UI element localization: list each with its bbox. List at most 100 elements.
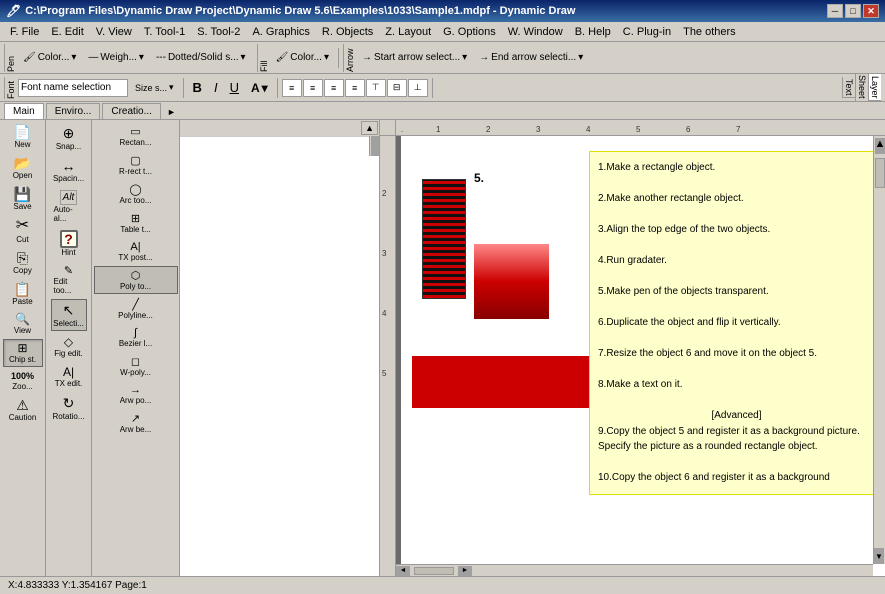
- menu-help[interactable]: B. Help: [569, 24, 617, 40]
- left-align-button[interactable]: ≡: [282, 79, 302, 97]
- justify-button[interactable]: ≡: [345, 79, 365, 97]
- snap-label: Snap...: [56, 142, 81, 151]
- hscroll-thumb[interactable]: [414, 567, 454, 575]
- text-color-button[interactable]: A▾: [246, 76, 273, 100]
- auto-align-button[interactable]: Alt Auto-al...: [51, 187, 87, 226]
- hscroll-right[interactable]: ►: [458, 566, 472, 576]
- new-tool-button[interactable]: 📄 New: [3, 122, 43, 152]
- menu-tool1[interactable]: T. Tool-1: [138, 24, 191, 40]
- color2-button[interactable]: 🖌 Color...▾: [271, 46, 334, 70]
- close-button[interactable]: ✕: [863, 4, 879, 18]
- canvas-area: . 1 2 3 4 5 6 7 2 3 4 5: [380, 120, 885, 576]
- save-tool-button[interactable]: 💾 Save: [3, 184, 43, 214]
- hscroll-left[interactable]: ◄: [396, 566, 410, 576]
- arwbe-tool-button[interactable]: ↗ Arw be...: [94, 409, 178, 437]
- menu-view[interactable]: V. View: [90, 24, 138, 40]
- layer-tab[interactable]: Layer: [868, 74, 881, 101]
- chip-tool-button[interactable]: ⊞ Chip st.: [3, 339, 43, 367]
- note-line-8: 8.Make a text on it.: [598, 377, 875, 393]
- drawing-canvas[interactable]: 5. 1.Make a rectangle object. 2.Make ano…: [396, 136, 885, 576]
- minimize-button[interactable]: ─: [827, 4, 843, 18]
- italic-button[interactable]: I: [209, 76, 223, 100]
- hint-button[interactable]: ? Hint: [51, 227, 87, 260]
- weight-button[interactable]: — Weigh...▾: [83, 46, 149, 70]
- center-align-button[interactable]: ≡: [303, 79, 323, 97]
- tab-enviro[interactable]: Enviro...: [46, 103, 101, 119]
- menu-objects[interactable]: R. Objects: [316, 24, 379, 40]
- scrollbar-thumb[interactable]: [371, 136, 379, 156]
- start-arrow-button[interactable]: → Start arrow select...▾: [357, 46, 472, 70]
- svg-text:4: 4: [586, 125, 591, 134]
- wpoly-tool-button[interactable]: ◻ W-poly...: [94, 352, 178, 380]
- edit-too-button[interactable]: ✎ Edit too...: [51, 261, 87, 298]
- canvas-vscroll[interactable]: ▲ ▼: [873, 136, 885, 564]
- menu-window[interactable]: W. Window: [502, 24, 569, 40]
- zoom-tool-button[interactable]: 100% Zoo...: [3, 368, 43, 394]
- right-align-button[interactable]: ≡: [324, 79, 344, 97]
- tree-content[interactable]: [180, 137, 379, 576]
- tx-edit-label: TX edit.: [55, 379, 83, 388]
- rect-tool-button[interactable]: ▭ Rectan...: [94, 122, 178, 150]
- arwpo-tool-button[interactable]: → Arw po...: [94, 381, 178, 408]
- poly-tool-button[interactable]: ⬡ Poly to...: [94, 266, 178, 294]
- polyline-tool-label: Polyline...: [118, 311, 153, 320]
- maximize-button[interactable]: □: [845, 4, 861, 18]
- txpost-tool-button[interactable]: A| TX post...: [94, 238, 178, 265]
- menu-options[interactable]: G. Options: [437, 24, 502, 40]
- menu-edit[interactable]: E. Edit: [45, 24, 89, 40]
- middle-anchor-button[interactable]: ⊟: [387, 79, 407, 97]
- tab-arrow[interactable]: ►: [165, 105, 178, 119]
- top-anchor-button[interactable]: ⊤: [366, 79, 386, 97]
- canvas-hscroll[interactable]: ◄ ►: [396, 564, 873, 576]
- bezier-tool-button[interactable]: ∫ Bezier l...: [94, 324, 178, 351]
- menu-tool2[interactable]: S. Tool-2: [191, 24, 246, 40]
- rotation-button[interactable]: ↻ Rotatio...: [51, 392, 87, 424]
- menu-others[interactable]: The others: [677, 24, 742, 40]
- canvas-vscroll-up[interactable]: ▲: [875, 138, 885, 154]
- rect-gradient[interactable]: [474, 244, 549, 319]
- bottom-anchor-button[interactable]: ⊥: [408, 79, 428, 97]
- panel-scrollbar[interactable]: [369, 136, 379, 156]
- select-button[interactable]: ↖ Selecti...: [51, 299, 87, 331]
- rrect-tool-button[interactable]: ▢ R-rect t...: [94, 151, 178, 179]
- sheet-tab[interactable]: Sheet: [855, 74, 868, 102]
- font-name-input[interactable]: [18, 79, 128, 97]
- menu-plugin[interactable]: C. Plug-in: [617, 24, 677, 40]
- tab-main[interactable]: Main: [4, 103, 44, 119]
- note-line-3: 3.Align the top edge of the two objects.: [598, 222, 875, 238]
- view-tool-button[interactable]: 🔍 View: [3, 310, 43, 338]
- cut-tool-button[interactable]: ✂ Cut: [3, 215, 43, 247]
- copy-tool-button[interactable]: ⎘ Copy: [3, 248, 43, 278]
- bold-button[interactable]: B: [188, 76, 207, 100]
- menu-file[interactable]: F. File: [4, 24, 45, 40]
- fig-edit-button[interactable]: ◇ Fig edit.: [51, 332, 87, 361]
- menu-graphics[interactable]: A. Graphics: [246, 24, 315, 40]
- copy-label: Copy: [13, 266, 32, 275]
- arc-tool-button[interactable]: ◯ Arc too...: [94, 180, 178, 208]
- canvas-vscroll-down[interactable]: ▼: [874, 548, 884, 564]
- tab-creation[interactable]: Creatio...: [102, 103, 161, 119]
- menu-layout[interactable]: Z. Layout: [379, 24, 437, 40]
- panel-scroll-up[interactable]: ▲: [361, 121, 378, 135]
- dotted-button[interactable]: --- Dotted/Solid s...▾: [151, 46, 251, 70]
- tx-edit-button[interactable]: A| TX edit.: [51, 362, 87, 391]
- end-arrow-button[interactable]: → End arrow selecti...▾: [474, 46, 588, 70]
- paste-tool-button[interactable]: 📋 Paste: [3, 279, 43, 309]
- color1-button[interactable]: 🖌 Color...▾: [18, 46, 81, 70]
- hint-icon: ?: [60, 230, 78, 248]
- caution-tool-button[interactable]: ⚠ Caution: [3, 395, 43, 425]
- open-tool-button[interactable]: 📂 Open: [3, 153, 43, 183]
- size-button[interactable]: Size s...▾: [130, 76, 179, 100]
- canvas-vscroll-thumb[interactable]: [875, 158, 885, 188]
- snap-icon: ⊕: [63, 125, 75, 142]
- polyline-tool-button[interactable]: ╱ Polyline...: [94, 295, 178, 323]
- underline-button[interactable]: U: [225, 76, 244, 100]
- rect-striped[interactable]: [422, 179, 466, 299]
- open-label: Open: [13, 171, 33, 180]
- text-tab[interactable]: Text: [842, 77, 855, 99]
- poly-tool-icon: ⬡: [131, 269, 141, 282]
- spacing-button[interactable]: ↔ Spacin...: [51, 155, 87, 186]
- ruler-horizontal: . 1 2 3 4 5 6 7: [380, 120, 885, 136]
- table-tool-button[interactable]: ⊞ Table t...: [94, 209, 178, 237]
- snap-button[interactable]: ⊕ Snap...: [51, 122, 87, 154]
